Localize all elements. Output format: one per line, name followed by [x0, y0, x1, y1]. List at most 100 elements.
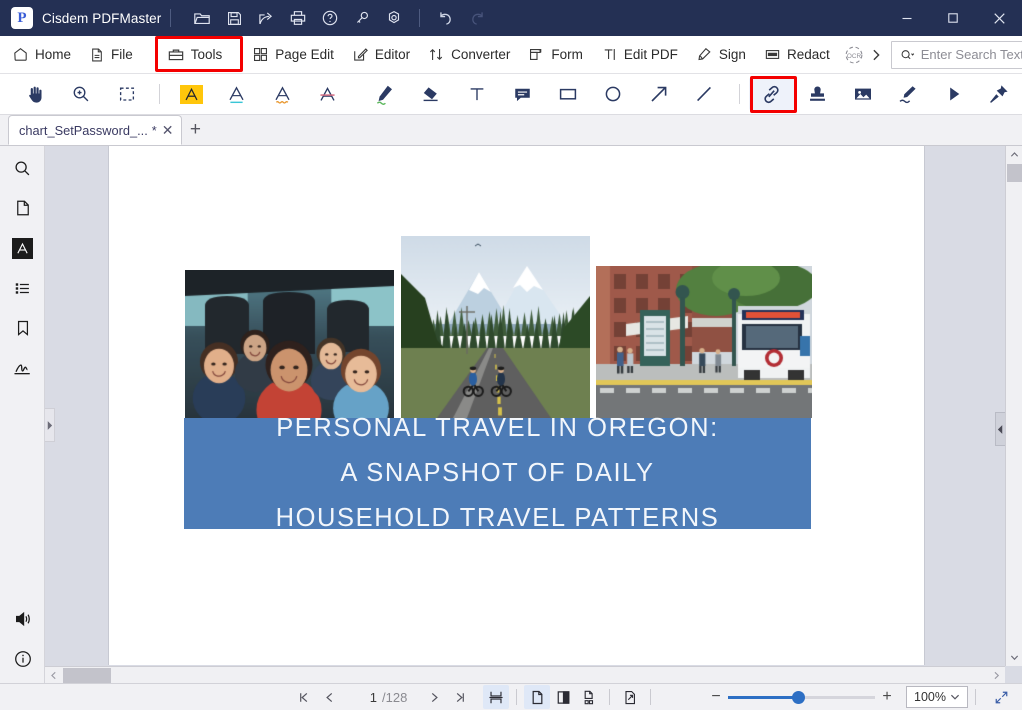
minimize-button[interactable] [884, 0, 930, 36]
pencil-draw-button[interactable] [363, 77, 409, 111]
tab-file[interactable]: File [80, 36, 142, 74]
tab-page-edit[interactable]: Page Edit [243, 36, 343, 74]
zoom-slider[interactable] [728, 685, 875, 709]
save-file-button[interactable] [218, 4, 250, 32]
strikethrough-text-button[interactable] [305, 77, 351, 111]
first-page-button[interactable] [290, 685, 316, 709]
document-tab-close-icon[interactable]: ✕ [161, 123, 175, 137]
tab-form[interactable]: Form [519, 36, 592, 74]
ribbon-overflow-button[interactable] [869, 36, 883, 74]
horizontal-scrollbar[interactable] [45, 666, 1005, 683]
underline-text-button[interactable] [214, 77, 260, 111]
media-tool-button[interactable] [931, 77, 977, 111]
zoom-controls-group: − + 100% [704, 685, 1014, 709]
tab-redact[interactable]: Redact [755, 36, 839, 74]
sidebar-item-search[interactable] [0, 148, 45, 188]
signature-tool-button[interactable] [886, 77, 932, 111]
horizontal-scroll-thumb[interactable] [63, 668, 111, 683]
sticky-note-button[interactable] [499, 77, 545, 111]
share-file-button[interactable] [250, 4, 282, 32]
tab-ocr[interactable]: OCR [839, 36, 869, 74]
line-shape-button[interactable] [681, 77, 727, 111]
zoom-slider-knob[interactable] [792, 691, 805, 704]
single-page-button[interactable] [524, 685, 550, 709]
status-divider-1 [516, 689, 517, 705]
previous-page-button[interactable] [316, 685, 342, 709]
tab-home[interactable]: Home [0, 36, 80, 74]
undo-button[interactable] [429, 4, 461, 32]
tab-sign[interactable]: Sign [687, 36, 755, 74]
right-panel-collapse-handle[interactable] [995, 412, 1005, 446]
vertical-scroll-thumb[interactable] [1007, 164, 1022, 182]
zoom-tool-button[interactable] [59, 77, 105, 111]
image-tool-button[interactable] [840, 77, 886, 111]
svg-text:OCR: OCR [847, 52, 862, 59]
redact-bar-icon [764, 46, 781, 63]
tab-edit-pdf[interactable]: Edit PDF [592, 36, 687, 74]
scroll-right-button[interactable] [988, 667, 1005, 684]
select-area-tool-button[interactable] [104, 77, 150, 111]
sidebar-item-annotations[interactable] [0, 228, 45, 268]
text-box-button[interactable] [454, 77, 500, 111]
rectangle-shape-button[interactable] [545, 77, 591, 111]
vertical-scrollbar[interactable] [1005, 146, 1022, 666]
quick-action-group [186, 4, 493, 32]
new-tab-button[interactable]: + [182, 115, 208, 145]
stamp-tool-button[interactable] [794, 77, 840, 111]
page-title-line-2: A SNAPSHOT OF DAILY [340, 451, 654, 496]
settings-button[interactable] [378, 4, 410, 32]
zoom-level-select[interactable]: 100% [906, 686, 968, 708]
two-page-button[interactable] [550, 685, 576, 709]
pin-tool-button[interactable] [977, 77, 1022, 111]
hand-tool-button[interactable] [13, 77, 59, 111]
left-panel-collapse-handle[interactable] [45, 408, 55, 442]
photo-cyclists-on-road [401, 236, 590, 418]
chevron-down-icon[interactable] [950, 693, 960, 701]
tab-home-label: Home [35, 47, 71, 62]
password-button[interactable] [346, 4, 378, 32]
sidebar-item-read-aloud[interactable] [0, 599, 45, 639]
zoom-slider-fill [728, 696, 798, 699]
continuous-scroll-button[interactable] [483, 685, 509, 709]
print-file-button[interactable] [282, 4, 314, 32]
last-page-button[interactable] [447, 685, 473, 709]
sidebar-item-outline[interactable] [0, 268, 45, 308]
sidebar-item-signatures[interactable] [0, 348, 45, 388]
document-tab[interactable]: chart_SetPassword_... * ✕ [8, 115, 182, 145]
search-input[interactable] [921, 47, 1022, 62]
sidebar-item-thumbnails[interactable] [0, 188, 45, 228]
link-tool-button[interactable] [749, 77, 795, 111]
arrow-shape-button[interactable] [636, 77, 682, 111]
eraser-button[interactable] [408, 77, 454, 111]
scroll-up-button[interactable] [1006, 146, 1022, 163]
zoom-out-button[interactable]: − [704, 685, 728, 709]
tab-tools[interactable]: Tools [158, 36, 232, 74]
page-thumbnails-button[interactable] [576, 685, 602, 709]
search-box[interactable] [891, 41, 1022, 69]
scroll-down-button[interactable] [1006, 649, 1022, 666]
tab-converter-label: Converter [451, 47, 510, 62]
help-button[interactable] [314, 4, 346, 32]
ellipse-shape-button[interactable] [590, 77, 636, 111]
page-title-line-1: PERSONAL TRAVEL IN OREGON: [276, 406, 719, 451]
fit-page-button[interactable] [988, 685, 1014, 709]
close-button[interactable] [976, 0, 1022, 36]
tab-editor[interactable]: Editor [343, 36, 419, 74]
squiggly-text-button[interactable] [260, 77, 306, 111]
search-dropdown-icon[interactable] [900, 48, 916, 62]
scroll-left-button[interactable] [45, 667, 62, 684]
tab-page-edit-label: Page Edit [275, 47, 334, 62]
highlight-text-button[interactable] [169, 77, 215, 111]
maximize-button[interactable] [930, 0, 976, 36]
sidebar-item-bookmarks[interactable] [0, 308, 45, 348]
document-viewer: PERSONAL TRAVEL IN OREGON: A SNAPSHOT OF… [45, 146, 1022, 683]
current-page-number[interactable]: 1 [342, 690, 380, 705]
tab-converter[interactable]: Converter [419, 36, 519, 74]
rotate-page-button[interactable] [617, 685, 643, 709]
zoom-in-button[interactable]: + [875, 685, 899, 709]
next-page-button[interactable] [421, 685, 447, 709]
sidebar-item-properties[interactable] [0, 639, 45, 679]
window-controls [884, 0, 1022, 36]
redo-button[interactable] [461, 4, 493, 32]
open-file-button[interactable] [186, 4, 218, 32]
